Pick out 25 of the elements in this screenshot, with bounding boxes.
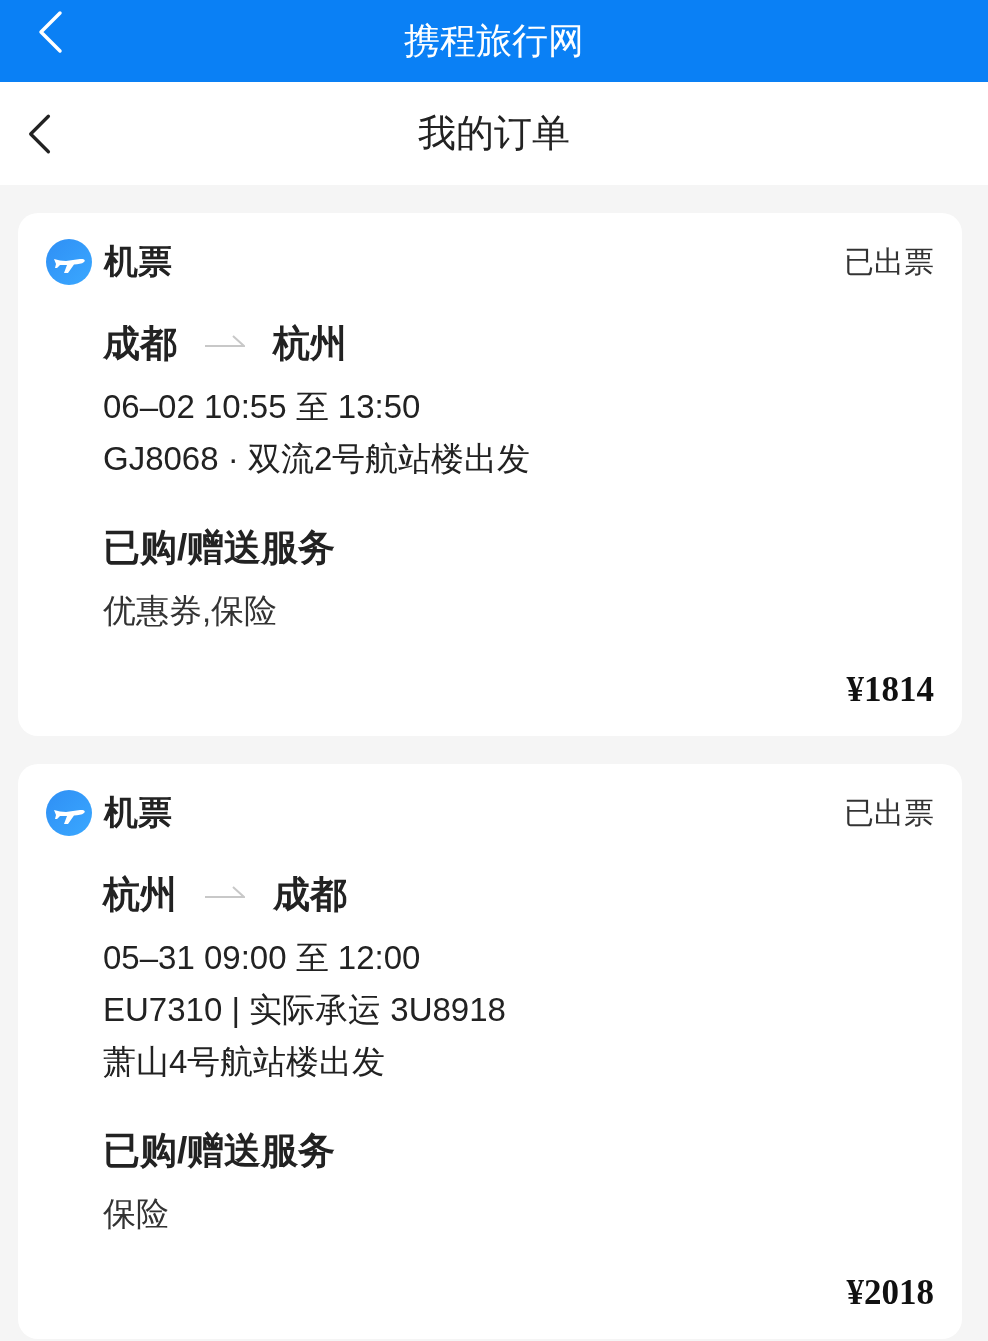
order-card[interactable]: 机票 已出票 杭州 成都 05–31 09:00 至 12:00 EU7310 | 实际承运 3U8918 萧山4号航站楼出发 已购/赠送服务 保险 ¥2018 (18, 764, 962, 1339)
page-title: 我的订单 (418, 111, 570, 156)
flight-detail: 萧山4号航站楼出发 (103, 1042, 387, 1082)
order-card[interactable]: 机票 已出票 成都 杭州 06–02 10:55 至 13:50 GJ8068 · 双流2号航站楼出发 已购/赠送服务 优惠券,保险 ¥1814 (18, 213, 962, 736)
airplane-icon (46, 239, 92, 285)
app-title: 携程旅行网 (404, 18, 584, 63)
flight-detail: 05–31 09:00 至 12:00 (103, 938, 422, 978)
services-title: 已购/赠送服务 (103, 526, 337, 570)
arrival-city: 成都 (273, 873, 347, 917)
order-status: 已出票 (844, 243, 934, 280)
services-title: 已购/赠送服务 (103, 1129, 337, 1173)
departure-city: 成都 (103, 322, 177, 366)
services-list: 优惠券,保险 (103, 589, 934, 634)
flight-detail: 06–02 10:55 至 13:50 (103, 387, 422, 427)
category-label: 机票 (104, 792, 172, 833)
flight-detail: GJ8068 · 双流2号航站楼出发 (103, 439, 532, 479)
arrival-city: 杭州 (273, 322, 347, 366)
flight-detail: EU7310 | 实际承运 3U8918 (103, 990, 507, 1030)
order-status: 已出票 (844, 794, 934, 831)
airplane-icon (46, 790, 92, 836)
departure-city: 杭州 (103, 873, 177, 917)
order-price: ¥2018 (845, 1273, 934, 1313)
services-list: 保险 (103, 1192, 934, 1237)
order-price: ¥1814 (845, 670, 934, 710)
category-label: 机票 (104, 241, 172, 282)
